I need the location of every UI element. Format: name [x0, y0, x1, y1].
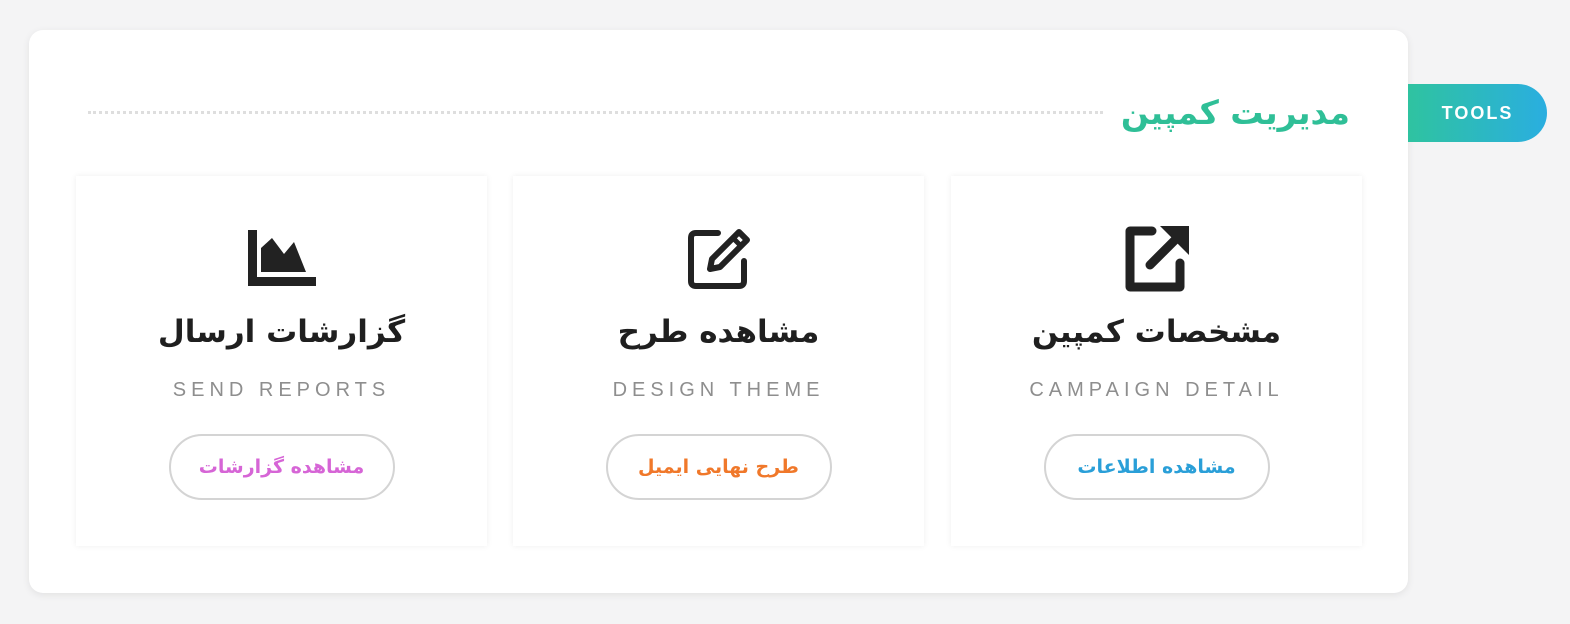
card-design-theme: مشاهده طرح DESIGN THEME طرح نهایی ایمیل — [513, 176, 924, 546]
external-link-icon — [1119, 220, 1195, 296]
card-subtitle: SEND REPORTS — [172, 379, 391, 401]
card-campaign-detail: مشخصات کمپین CAMPAIGN DETAIL مشاهده اطلا… — [951, 176, 1362, 546]
page-title: مدیریت کمپین — [1120, 92, 1350, 132]
final-email-design-button[interactable]: طرح نهایی ایمیل — [605, 434, 832, 500]
card-title: مشخصات کمپین — [1031, 314, 1282, 350]
area-chart-icon — [244, 220, 320, 296]
card-title: گزارشات ارسال — [157, 314, 406, 350]
view-info-button[interactable]: مشاهده اطلاعات — [1043, 434, 1270, 500]
card-send-reports: گزارشات ارسال SEND REPORTS مشاهده گزارشا… — [76, 176, 487, 546]
card-subtitle: CAMPAIGN DETAIL — [1029, 379, 1284, 401]
card-title: مشاهده طرح — [617, 314, 820, 350]
edit-icon — [681, 220, 757, 296]
view-reports-button[interactable]: مشاهده گزارشات — [168, 434, 395, 500]
tools-tab[interactable]: TOOLS — [1408, 84, 1547, 142]
section-header: مدیریت کمپین — [88, 86, 1350, 138]
tools-tab-label: TOOLS — [1441, 102, 1514, 123]
card-subtitle: DESIGN THEME — [612, 379, 825, 401]
dotted-divider — [88, 110, 1103, 114]
